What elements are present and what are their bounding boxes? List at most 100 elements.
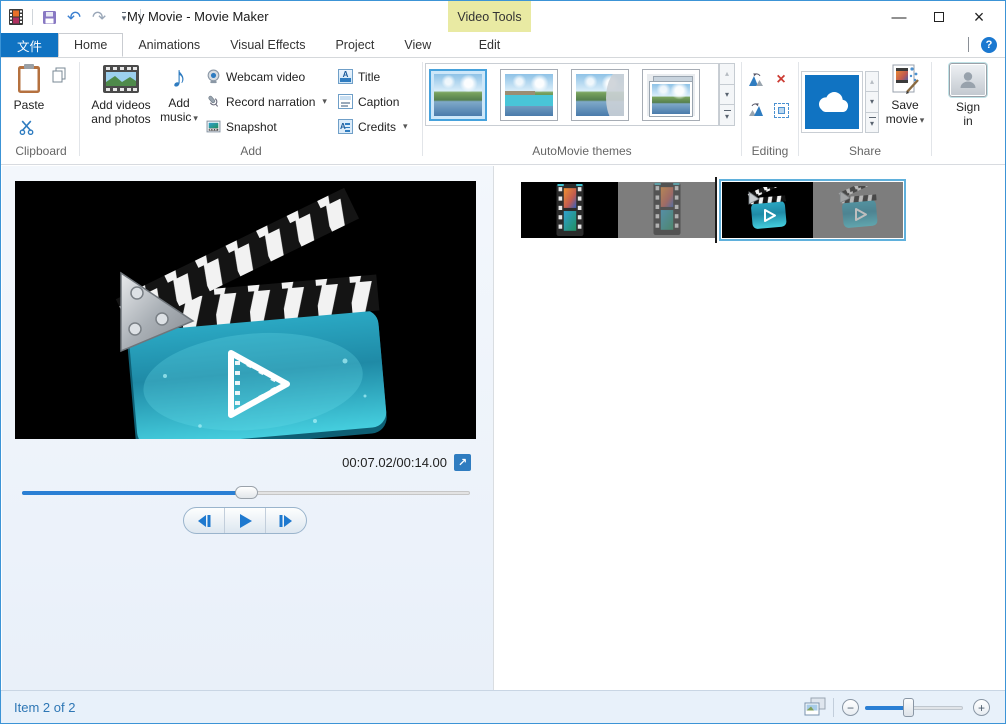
undo-button[interactable]: ↶: [65, 8, 83, 26]
zoom-thumb[interactable]: [903, 698, 914, 717]
gallery-scroll-down-button[interactable]: ▾: [719, 85, 735, 106]
dropdown-arrow-icon: ▾: [920, 115, 925, 125]
previous-frame-icon: [196, 515, 212, 527]
webcam-video-label: Webcam video: [226, 70, 305, 84]
zoom-in-button[interactable]: +: [973, 699, 990, 716]
select-all-icon: [774, 103, 789, 118]
clip-1-frame-1[interactable]: [521, 182, 618, 238]
previous-frame-button[interactable]: [184, 508, 224, 533]
caption-label: Caption: [358, 95, 399, 109]
clip-2-frame-1[interactable]: [722, 182, 813, 238]
maximize-button[interactable]: [919, 5, 959, 29]
tab-home[interactable]: Home: [58, 33, 123, 57]
onedrive-share-button[interactable]: [805, 75, 859, 129]
group-clipboard: Paste Clipboard: [3, 58, 79, 164]
play-button[interactable]: [224, 508, 265, 533]
theme-thumbnail-fade[interactable]: [642, 69, 700, 121]
gallery-more-button[interactable]: ▾: [719, 105, 735, 126]
share-more-button[interactable]: ▾: [865, 113, 879, 133]
sign-in-button[interactable]: Sign in: [945, 63, 991, 128]
minimize-button[interactable]: —: [879, 5, 919, 29]
seek-bar[interactable]: [22, 486, 470, 500]
zoom-slider[interactable]: [865, 691, 963, 724]
save-movie-button[interactable]: Save movie▾: [883, 63, 927, 127]
movie-maker-window: ↶ ↷ ▾ My Movie - Movie Maker Video Tools…: [0, 0, 1006, 724]
theme-thumbnail-default[interactable]: [429, 69, 487, 121]
credits-icon: A: [338, 119, 353, 134]
add-videos-label-line1: Add videos: [91, 98, 150, 112]
zoom-progress: [865, 706, 908, 710]
snapshot-button[interactable]: Snapshot: [206, 119, 277, 134]
filmstrip-photo-icon: [102, 63, 140, 95]
next-frame-icon: [278, 515, 294, 527]
customize-toolbar-button[interactable]: ▾: [122, 12, 127, 23]
person-icon: [949, 63, 987, 97]
close-button[interactable]: ×: [959, 5, 999, 29]
group-sign-in: Sign in: [933, 58, 1003, 164]
next-frame-button[interactable]: [265, 508, 306, 533]
caption-button[interactable]: Caption: [338, 94, 399, 109]
caption-icon: [338, 94, 353, 109]
tab-visual-effects[interactable]: Visual Effects: [215, 33, 320, 57]
credits-button[interactable]: A Credits ▾: [338, 119, 408, 134]
play-icon: [239, 514, 252, 528]
dropdown-arrow-icon: ▾: [193, 113, 198, 123]
group-share: ▴ ▾ ▾ Save movie▾ Share: [799, 58, 931, 164]
thumbnail-size-button[interactable]: [803, 697, 827, 721]
gallery-scroll-up-button[interactable]: ▴: [719, 63, 735, 85]
ribbon-tab-row: 文件 Home Animations Visual Effects Projec…: [1, 33, 1005, 58]
tab-view[interactable]: View: [389, 33, 446, 57]
tab-animations[interactable]: Animations: [123, 33, 215, 57]
playhead[interactable]: [715, 177, 717, 243]
video-preview: [15, 181, 476, 439]
zoom-out-button[interactable]: −: [842, 699, 859, 716]
theme-thumbnail-cinematic[interactable]: [571, 69, 629, 121]
theme-thumbnail-contemporary[interactable]: [500, 69, 558, 121]
remove-button[interactable]: ×: [771, 70, 791, 90]
title-button[interactable]: A Title: [338, 69, 380, 84]
help-icon[interactable]: ?: [981, 37, 997, 53]
title-icon: A: [338, 69, 353, 84]
clip-2-selected[interactable]: [719, 179, 906, 241]
clapperboard-graphic: [15, 181, 476, 439]
select-all-button[interactable]: [771, 100, 791, 120]
paste-button[interactable]: Paste: [9, 63, 49, 112]
save-movie-label-line2: movie: [886, 112, 918, 126]
rotate-right-button[interactable]: [746, 100, 766, 120]
add-music-button[interactable]: ♪ Add music▾: [158, 63, 200, 125]
snapshot-icon: [206, 119, 221, 134]
rotate-right-icon: [747, 102, 765, 118]
credits-label: Credits: [358, 120, 396, 134]
ribbon: Paste Clipboard Add videos and photos ♪ …: [1, 58, 1005, 165]
redo-button[interactable]: ↷: [90, 8, 108, 26]
quick-access-toolbar: ↶ ↷ ▾: [7, 6, 141, 28]
app-icon[interactable]: [7, 8, 25, 26]
tab-project[interactable]: Project: [320, 33, 389, 57]
group-label-editing: Editing: [742, 144, 798, 158]
share-scroll-down-button[interactable]: ▾: [865, 92, 879, 112]
collapse-ribbon-button[interactable]: [968, 38, 969, 52]
copy-button[interactable]: [51, 67, 67, 87]
window-title: My Movie - Movie Maker: [127, 9, 269, 24]
record-narration-button[interactable]: Record narration ▾: [206, 94, 327, 109]
rotate-left-button[interactable]: [746, 70, 766, 90]
tab-edit[interactable]: Edit: [448, 33, 531, 57]
clip-1-frame-2[interactable]: [618, 182, 715, 238]
scissors-icon: [19, 120, 34, 135]
seek-thumb[interactable]: [235, 486, 258, 499]
share-scroll-up-button[interactable]: ▴: [865, 71, 879, 92]
snapshot-label: Snapshot: [226, 120, 277, 134]
cut-button[interactable]: [19, 120, 34, 138]
webcam-video-button[interactable]: Webcam video: [206, 69, 305, 84]
onedrive-cloud-icon: [812, 89, 852, 115]
item-count-text: Item 2 of 2: [14, 700, 75, 715]
clapper-clip-icon: [741, 187, 793, 233]
clip-2-frame-2[interactable]: [813, 182, 904, 238]
add-videos-and-photos-button[interactable]: Add videos and photos: [88, 63, 154, 126]
share-gallery: [801, 71, 863, 133]
group-label-clipboard: Clipboard: [3, 144, 79, 158]
fullscreen-button[interactable]: ↗: [454, 454, 471, 471]
save-button[interactable]: [40, 8, 58, 26]
contextual-tab-group-video-tools: Video Tools: [448, 1, 531, 32]
tab-file[interactable]: 文件: [1, 33, 58, 57]
